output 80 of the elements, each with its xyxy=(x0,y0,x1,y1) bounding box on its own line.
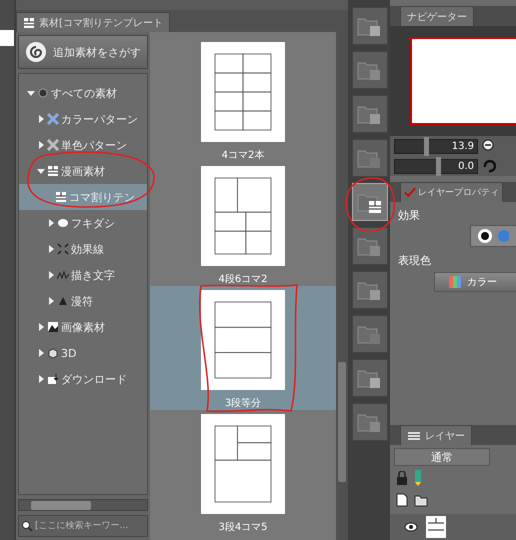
collapsed-arrow-icon[interactable] xyxy=(37,375,45,383)
canvas-preview[interactable] xyxy=(410,37,516,125)
slider-reading: 13.9 xyxy=(452,140,474,152)
thumbnail-item[interactable]: 4コマ2本 xyxy=(150,38,336,162)
slider-reading: 0.0 xyxy=(458,160,474,172)
layer-thumbnail[interactable] xyxy=(426,516,446,538)
thumbnail-item[interactable]: 3段4コマ5 xyxy=(150,410,336,534)
lock-icon[interactable] xyxy=(396,471,408,485)
effect-label: 効果 xyxy=(397,208,421,223)
panel-icon xyxy=(23,16,35,28)
checkmark-icon xyxy=(404,187,416,198)
collapsed-arrow-icon[interactable] xyxy=(47,297,55,305)
collapsed-arrow-icon[interactable] xyxy=(47,219,55,227)
new-layer-icon[interactable] xyxy=(396,493,408,507)
tab-label: 素材[コマ割りテンプレート xyxy=(39,16,163,30)
thumbnail-caption: 3段4コマ5 xyxy=(218,521,268,534)
burst-lines-icon xyxy=(57,243,69,255)
collapsed-arrow-icon[interactable] xyxy=(37,349,45,357)
collapsed-arrow-icon[interactable] xyxy=(37,323,45,331)
panel-icon xyxy=(55,191,67,203)
mountain-image-icon xyxy=(47,321,59,333)
circle-icon xyxy=(37,87,49,99)
search-icon xyxy=(21,520,33,532)
collapsed-arrow-icon[interactable] xyxy=(47,271,55,279)
download-icon xyxy=(47,373,59,385)
expanded-arrow-icon[interactable] xyxy=(37,167,45,175)
vertical-scrollbar[interactable] xyxy=(336,32,348,540)
tree-item[interactable]: 漫符 xyxy=(19,288,147,314)
horizontal-scrollbar[interactable] xyxy=(18,499,148,511)
thumbnail-caption: 4コマ2本 xyxy=(222,148,264,162)
text-field[interactable] xyxy=(0,30,14,46)
folder-button[interactable] xyxy=(352,183,388,221)
panel-layout-page[interactable] xyxy=(201,166,285,266)
layer-tab[interactable]: レイヤー xyxy=(400,425,472,445)
tree-item[interactable]: 漫画素材 xyxy=(19,158,147,184)
collapsed-arrow-icon[interactable] xyxy=(37,115,45,123)
rotate-icon[interactable] xyxy=(482,159,496,173)
cube-icon xyxy=(47,347,59,359)
panel-layout-page[interactable] xyxy=(201,42,285,142)
tree-item[interactable]: ダウンロード xyxy=(19,366,147,392)
collapsed-arrow-icon[interactable] xyxy=(47,245,55,253)
thumbnail-caption: 4段6コマ2 xyxy=(218,273,268,286)
layer-property-tab[interactable]: レイヤープロパティ xyxy=(400,182,503,202)
navigator-tab[interactable]: ナビゲーター xyxy=(400,6,474,26)
tree-item[interactable]: 3D xyxy=(19,340,147,366)
blend-mode-dropdown[interactable]: 通常 xyxy=(394,448,490,466)
new-folder-icon[interactable] xyxy=(414,493,428,507)
slider[interactable]: 0.0 xyxy=(394,158,478,174)
thumbnail-item[interactable]: 4段6コマ2 xyxy=(150,162,336,286)
panel-icon xyxy=(47,165,59,177)
cross-icon xyxy=(47,139,59,151)
collapsed-arrow-icon[interactable] xyxy=(37,141,45,149)
zoom-out-icon[interactable] xyxy=(482,139,496,153)
thumbnail-item[interactable]: 3段等分 xyxy=(150,286,336,410)
layers-icon xyxy=(407,430,421,442)
spiral-icon xyxy=(25,41,47,63)
panel-layout-page[interactable] xyxy=(201,290,285,390)
thumbnail-caption: 3段等分 xyxy=(224,397,262,410)
tree-item[interactable]: カラーパターン xyxy=(19,106,147,132)
panel-layout-page[interactable] xyxy=(201,414,285,514)
panel-tab[interactable]: 素材[コマ割りテンプレート xyxy=(16,12,170,32)
tree-item[interactable]: コマ割りテン xyxy=(19,184,147,210)
tree-item[interactable]: 画像素材 xyxy=(19,314,147,340)
color-bars-icon xyxy=(449,276,461,288)
pencil-icon[interactable] xyxy=(414,470,422,486)
color-label: 表現色 xyxy=(397,253,432,268)
tree-item[interactable]: 描き文字 xyxy=(19,262,147,288)
slider[interactable]: 13.9 xyxy=(394,138,478,154)
cross-icon xyxy=(47,113,59,125)
tree-item[interactable]: フキダシ xyxy=(19,210,147,236)
effect-toggle-icon[interactable] xyxy=(477,228,509,244)
find-materials-button[interactable]: 追加素材をさがす xyxy=(18,35,148,69)
zigzag-icon xyxy=(57,269,69,281)
expanded-arrow-icon[interactable] xyxy=(27,89,35,97)
color-button[interactable]: カラー xyxy=(434,272,516,292)
eye-icon[interactable] xyxy=(404,522,418,532)
tree-item[interactable]: 効果線 xyxy=(19,236,147,262)
tree-item[interactable]: 単色パターン xyxy=(19,132,147,158)
tree-item[interactable]: すべての素材 xyxy=(19,80,147,106)
speech-bubble-icon xyxy=(57,217,69,229)
